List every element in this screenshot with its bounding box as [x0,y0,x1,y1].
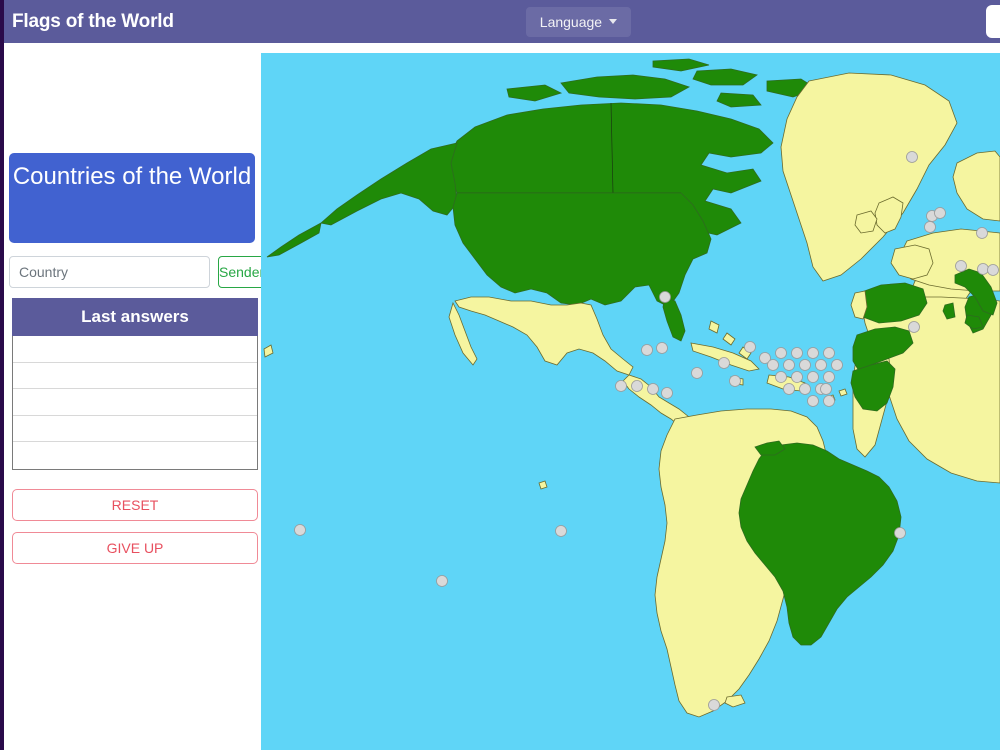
island-marker[interactable] [615,380,627,392]
world-map[interactable] [261,53,1000,750]
island-marker[interactable] [977,263,989,275]
island-marker[interactable] [294,524,306,536]
island-marker[interactable] [799,359,811,371]
island-marker[interactable] [807,347,819,359]
island-marker[interactable] [641,344,653,356]
island-marker[interactable] [436,575,448,587]
app-root: Flags of the World Language Countries of… [0,0,1000,750]
reset-button[interactable]: RESET [12,489,258,521]
table-row [13,336,257,363]
island-marker[interactable] [908,321,920,333]
island-marker[interactable] [656,342,668,354]
country-input[interactable] [9,256,210,288]
table-row [13,442,257,469]
island-marker[interactable] [791,347,803,359]
quiz-title-banner: Countries of the World [9,153,255,243]
language-dropdown-label: Language [539,13,603,30]
island-marker[interactable] [955,260,967,272]
island-marker[interactable] [791,371,803,383]
table-row [13,416,257,442]
last-answers-body [12,336,258,470]
world-map-svg[interactable] [261,53,1000,750]
island-marker[interactable] [820,383,832,395]
island-marker[interactable] [799,383,811,395]
island-marker[interactable] [906,151,918,163]
island-marker[interactable] [807,395,819,407]
table-row [13,389,257,416]
island-marker[interactable] [987,264,999,276]
island-marker[interactable] [934,207,946,219]
answer-entry-row: Senden [9,256,269,288]
island-marker[interactable] [775,347,787,359]
navbar: Flags of the World Language [0,0,1000,43]
island-marker[interactable] [767,359,779,371]
table-row [13,363,257,389]
last-answers-header: Last answers [12,298,258,336]
island-marker[interactable] [823,347,835,359]
language-dropdown-button[interactable]: Language [525,6,632,37]
island-marker[interactable] [661,387,673,399]
chevron-down-icon [609,19,618,24]
island-marker[interactable] [729,375,741,387]
island-marker[interactable] [691,367,703,379]
left-edge-strip [0,0,4,750]
sidebar: Countries of the World Senden Last answe… [4,43,269,750]
island-marker[interactable] [718,357,730,369]
island-marker[interactable] [744,341,756,353]
island-marker[interactable] [976,227,988,239]
island-marker[interactable] [647,383,659,395]
island-marker[interactable] [894,527,906,539]
island-marker[interactable] [659,291,671,303]
island-marker[interactable] [823,371,835,383]
country-ireland[interactable] [854,210,878,234]
island-galapagos[interactable] [538,480,548,490]
give-up-button[interactable]: GIVE UP [12,532,258,564]
island-marker[interactable] [775,371,787,383]
island-marker[interactable] [831,359,843,371]
island-marker[interactable] [924,221,936,233]
island-marker[interactable] [815,359,827,371]
app-title: Flags of the World [12,10,174,32]
island-marker[interactable] [708,699,720,711]
island-marker[interactable] [783,383,795,395]
last-answers-table: Last answers [12,298,258,470]
island-marker[interactable] [631,380,643,392]
island-marker[interactable] [807,371,819,383]
island-marker[interactable] [555,525,567,537]
island-marker[interactable] [783,359,795,371]
island-marker[interactable] [823,395,835,407]
navbar-right-control[interactable] [986,5,1000,38]
